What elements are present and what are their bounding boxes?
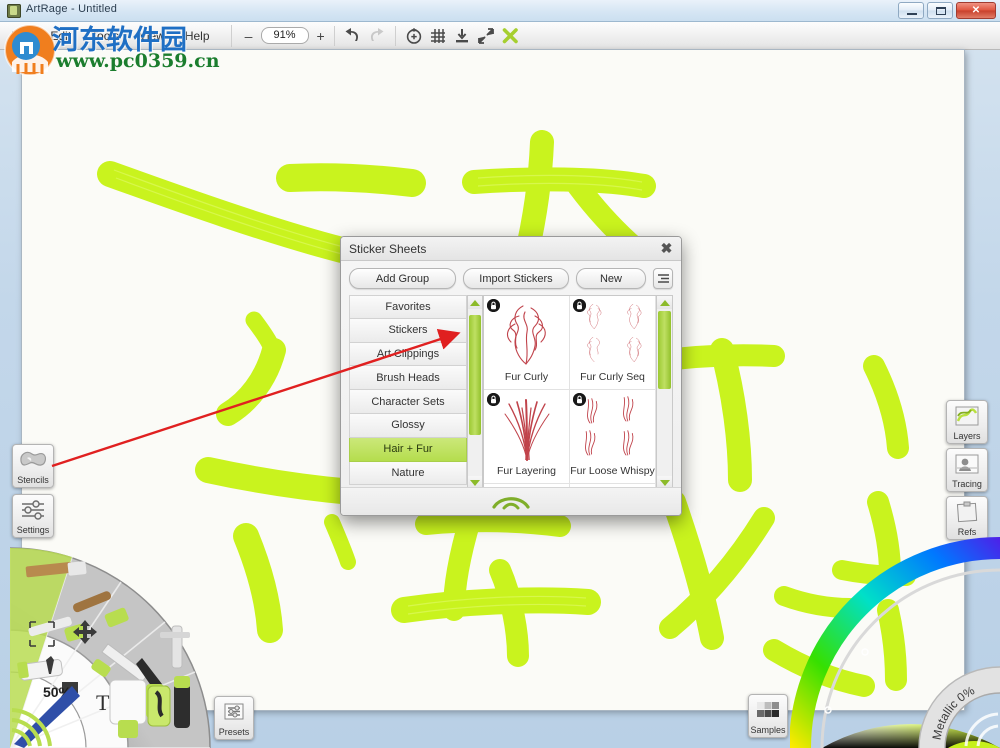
reset-rotation-icon[interactable] (402, 25, 426, 47)
sticker-name: Fur Curly Seq (580, 371, 645, 383)
stencil-icon (18, 445, 48, 475)
sidebar-item-settings[interactable]: Settings (12, 494, 54, 538)
dialog-body: Favorites Stickers Art Clippings Brush H… (341, 295, 681, 490)
sticker-item[interactable]: Fur Curly Seq (570, 296, 656, 390)
sidebar-item-layers[interactable]: Layers (946, 400, 988, 444)
sticker-scroll-thumb[interactable] (658, 311, 671, 389)
category-glossy[interactable]: Glossy (349, 413, 467, 438)
sidebar-item-tracing[interactable]: Tracing (946, 448, 988, 492)
artrage-window: ArtRage - Untitled ✕ File Edit Tools Vie… (0, 0, 1000, 748)
lock-icon (487, 393, 500, 406)
category-scroll-up[interactable] (468, 296, 482, 309)
presets-icon (222, 697, 246, 727)
sticker-item[interactable]: Fur Curly (484, 296, 570, 390)
zoom-in-button[interactable]: + (314, 29, 328, 43)
new-button[interactable]: New (575, 268, 647, 289)
category-character-sets[interactable]: Character Sets (349, 390, 467, 414)
sticker-scroll-up[interactable] (657, 296, 672, 309)
undo-icon[interactable] (341, 25, 365, 47)
dialog-close-icon[interactable]: ✖ (659, 241, 674, 256)
sticker-sheets-dialog: Sticker Sheets ✖ Add Group Import Sticke… (340, 236, 682, 516)
samples-icon (755, 695, 781, 725)
dialog-footer (341, 487, 681, 515)
category-scrollbar[interactable] (467, 295, 483, 490)
close-canvas-icon[interactable] (498, 25, 522, 47)
category-hair-fur[interactable]: Hair + Fur (349, 437, 467, 462)
sticker-scrollbar[interactable] (656, 296, 672, 489)
export-icon[interactable] (450, 25, 474, 47)
tool-picker-wheel[interactable]: T 50% 50% (10, 534, 225, 748)
category-list: Favorites Stickers Art Clippings Brush H… (349, 295, 467, 490)
sticker-name: Fur Layering (497, 465, 556, 477)
category-brush-heads[interactable]: Brush Heads (349, 366, 467, 391)
dialog-title: Sticker Sheets (349, 241, 427, 256)
samples-button[interactable]: Samples (748, 694, 788, 738)
dialog-toolbar: Add Group Import Stickers New (341, 261, 681, 295)
category-art-clippings[interactable]: Art Clippings (349, 342, 467, 367)
add-group-button[interactable]: Add Group (349, 268, 456, 289)
category-scroll-thumb[interactable] (469, 315, 481, 435)
close-icon: ✕ (971, 4, 981, 16)
category-scroll-track[interactable] (468, 309, 482, 476)
category-nature[interactable]: Nature (349, 461, 467, 486)
sidebar-item-stencils[interactable]: Stencils (12, 444, 54, 488)
samples-button-label: Samples (750, 725, 786, 735)
watermark-url-text: www.pc0359.cn (56, 50, 220, 72)
lock-icon (487, 299, 500, 312)
sticker-name: Fur Curly (504, 371, 549, 383)
redo-icon[interactable] (365, 25, 389, 47)
watermark-logo-icon (4, 24, 57, 76)
sidebar-item-layers-label: Layers (953, 431, 981, 441)
sticker-grid[interactable]: Fur Curly Fur Curly Seq Fur Layering Fur… (483, 295, 673, 490)
close-button[interactable]: ✕ (956, 2, 996, 19)
window-title: ArtRage - Untitled (26, 3, 118, 15)
app-icon (7, 4, 21, 18)
lock-icon (573, 299, 586, 312)
tracing-icon (954, 449, 980, 479)
list-menu-icon[interactable] (653, 268, 673, 289)
color-picker[interactable]: Metallic 0% Metallic 0% (790, 534, 1000, 748)
sticker-name: Fur Loose Whispy (570, 465, 655, 477)
toolbar-separator-2 (394, 25, 396, 46)
zoom-out-button[interactable]: – (242, 29, 256, 43)
maximize-button[interactable] (927, 2, 953, 19)
refs-icon (954, 497, 980, 527)
category-favorites[interactable]: Favorites (349, 295, 467, 319)
toolbar-separator-1 (333, 25, 335, 46)
grid-icon[interactable] (426, 25, 450, 47)
lock-icon (573, 393, 586, 406)
sidebar-item-tracing-label: Tracing (952, 479, 982, 489)
fullscreen-icon[interactable] (474, 25, 498, 47)
dialog-title-bar: Sticker Sheets ✖ (341, 237, 681, 261)
zoom-control: – 91% + (230, 24, 328, 47)
zoom-value[interactable]: 91% (260, 27, 309, 44)
sliders-icon (19, 495, 47, 525)
window-controls: ✕ (898, 2, 996, 19)
sticker-item[interactable]: Fur Layering (484, 390, 570, 484)
sidebar-item-stencils-label: Stencils (17, 475, 49, 485)
import-stickers-button[interactable]: Import Stickers (462, 268, 569, 289)
sticker-item[interactable]: Fur Loose Whispy (570, 390, 656, 484)
minimize-button[interactable] (898, 2, 924, 19)
resize-handle-icon (492, 496, 530, 509)
category-stickers[interactable]: Stickers (349, 318, 467, 343)
sticker-scroll-track[interactable] (657, 309, 672, 476)
svg-text:T: T (96, 690, 110, 715)
layers-icon (954, 401, 980, 431)
